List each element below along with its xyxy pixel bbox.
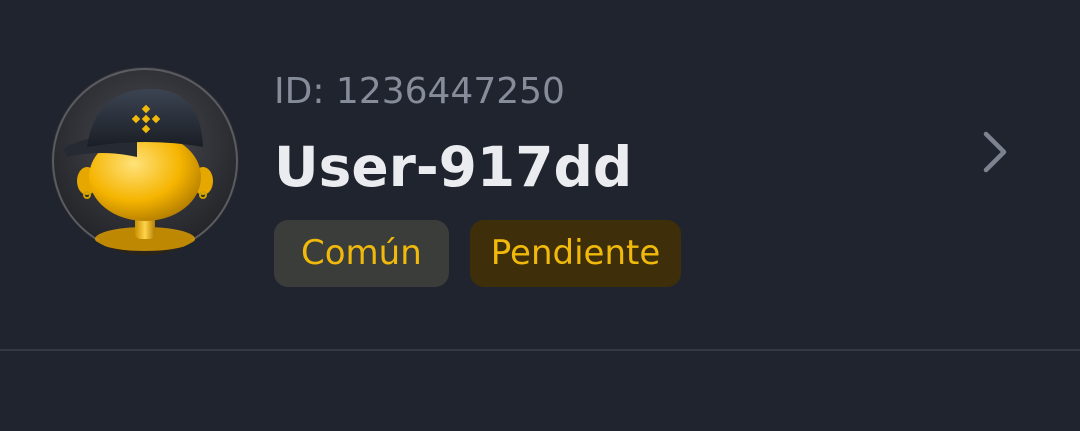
profile-row[interactable]: ID: 1236447250 User-917dd Común Pendient… <box>0 0 1080 350</box>
badge-group: Común Pendiente <box>274 220 682 287</box>
username: User-917dd <box>274 135 633 199</box>
avatar-cap-character-icon <box>51 67 239 255</box>
badge-pending: Pendiente <box>469 220 682 287</box>
user-id: ID: 1236447250 <box>274 71 565 112</box>
badge-common: Común <box>274 220 449 287</box>
avatar <box>51 67 239 255</box>
divider <box>0 349 1080 351</box>
chevron-right-icon[interactable] <box>980 130 1010 174</box>
